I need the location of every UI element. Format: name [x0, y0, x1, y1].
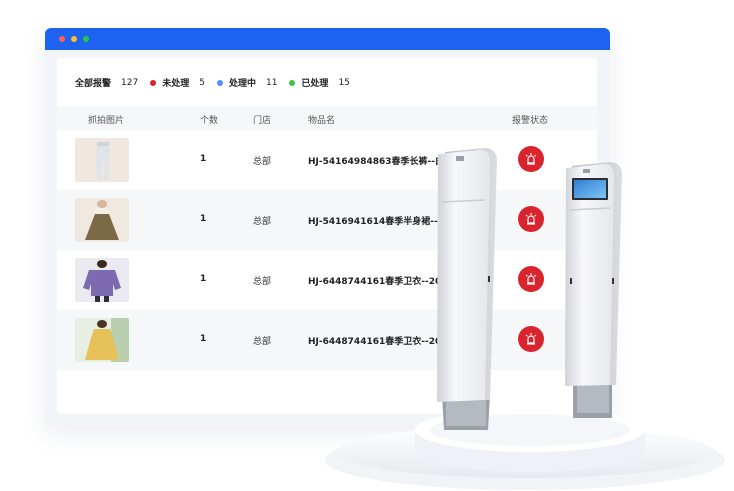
column-header-status: 报警状态	[512, 116, 549, 126]
capture-thumbnail[interactable]	[75, 138, 129, 182]
item-count: 1	[200, 274, 207, 284]
capture-thumbnail[interactable]	[75, 318, 129, 362]
table-header: 抓拍图片 个数 门店 物品名 报警状态	[57, 106, 597, 130]
processing-label[interactable]: 处理中	[229, 76, 256, 89]
processing-dot	[216, 79, 223, 86]
processed-label[interactable]: 已处理	[301, 76, 328, 89]
minimize-dot[interactable]	[71, 36, 77, 42]
column-header-item: 物品名	[308, 116, 336, 126]
processed-count: 15	[338, 77, 350, 88]
processing-count: 11	[265, 77, 278, 88]
store-name: 总部	[253, 157, 272, 167]
unprocessed-label[interactable]: 未处理	[162, 76, 189, 89]
store-name: 总部	[253, 277, 272, 287]
unprocessed-dot	[150, 79, 157, 86]
column-header-store: 门店	[253, 116, 272, 126]
item-count: 1	[200, 154, 207, 164]
close-dot[interactable]	[59, 36, 65, 42]
security-gate-illustration	[325, 148, 725, 490]
column-header-count: 个数	[200, 116, 219, 126]
item-count: 1	[200, 214, 207, 224]
alarm-summary: 全部报警 127 未处理 5 处理中 11 已处理 15	[75, 76, 362, 90]
capture-thumbnail[interactable]	[75, 198, 129, 242]
store-name: 总部	[253, 217, 272, 227]
total-count: 127	[121, 77, 139, 88]
unprocessed-count: 5	[199, 77, 205, 88]
store-name: 总部	[253, 337, 272, 347]
title-bar	[45, 28, 610, 50]
item-count: 1	[200, 334, 207, 344]
maximize-dot[interactable]	[83, 36, 89, 42]
column-header-photo: 抓拍图片	[88, 116, 125, 126]
total-label[interactable]: 全部报警	[75, 76, 111, 89]
capture-thumbnail[interactable]	[75, 258, 129, 302]
processed-dot	[289, 79, 296, 86]
